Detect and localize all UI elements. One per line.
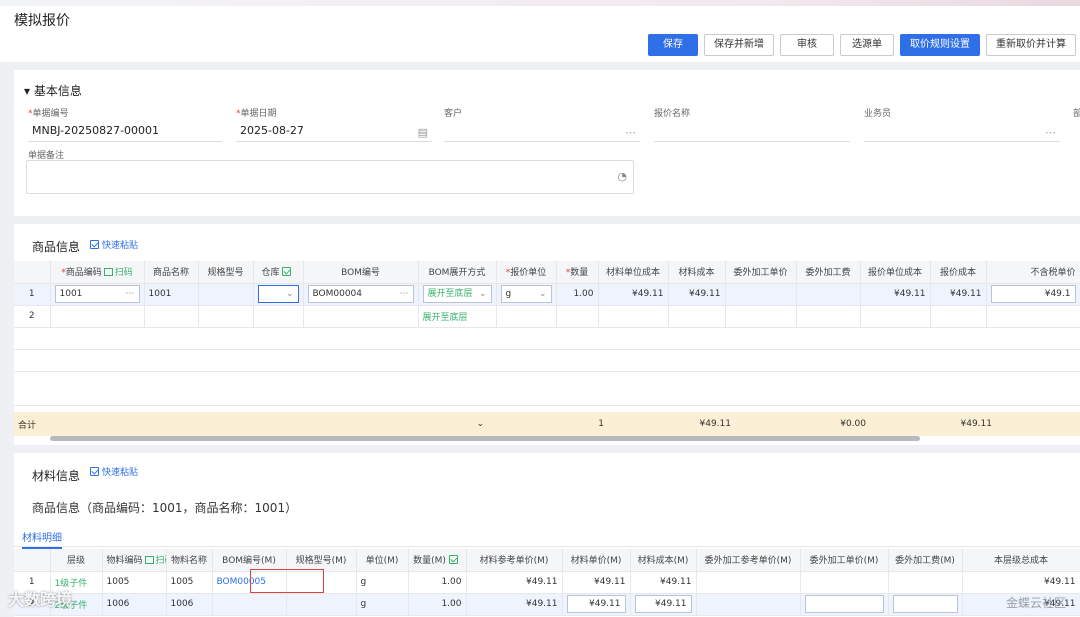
chevron-down-icon: ⌄ bbox=[478, 289, 487, 299]
empty-row bbox=[14, 327, 1080, 350]
select-source-button[interactable]: 选源单 bbox=[840, 34, 894, 56]
watermark-left: 大数跨境 bbox=[8, 590, 73, 609]
bom-input: BOM00004 ⋯ bbox=[307, 285, 414, 303]
empty-row bbox=[14, 371, 1080, 406]
quote-name-field[interactable]: 报价名称 bbox=[654, 106, 850, 142]
basic-info-header[interactable]: ▾ 基本信息 bbox=[24, 82, 82, 99]
scan-icon bbox=[103, 268, 113, 277]
outsource-fee-input bbox=[892, 595, 958, 613]
paste-icon bbox=[90, 240, 99, 249]
goods-info-title: 商品信息 bbox=[32, 240, 81, 254]
audit-button[interactable]: 审核 bbox=[780, 34, 834, 56]
table-row[interactable]: 2 展开至底层 bbox=[14, 305, 1080, 328]
material-cost-input: ¥49.11 bbox=[634, 595, 692, 613]
doc-date-field[interactable]: *单据日期 2025-08-27 ▤ bbox=[236, 106, 432, 142]
pricing-rule-settings-button[interactable]: 取价规则设置 bbox=[900, 34, 980, 56]
customer-field[interactable]: 客户 ⋯ bbox=[444, 106, 640, 142]
horizontal-scrollbar[interactable] bbox=[50, 436, 920, 441]
chevron-down-icon: ⌄ bbox=[285, 289, 294, 299]
doc-number-field[interactable]: *单据编号 MNBJ-20250827-00001 bbox=[28, 106, 222, 142]
doc-number-value[interactable]: MNBJ-20250827-00001 bbox=[28, 122, 222, 142]
table-row[interactable]: 1 1001 ⋯ 1001 ⌄ BOM00004 ⋯ 展开至底层 ⌄ g ⌄ 1.00 … bbox=[14, 283, 1080, 306]
batch-edit-icon bbox=[282, 267, 292, 277]
quote-unit-select: g ⌄ bbox=[500, 285, 552, 303]
material-price-input: ¥49.11 bbox=[566, 595, 626, 613]
material-info-panel: 材料信息 快速粘贴 商品信息（商品编码：1001，商品名称：1001） 材料明细… bbox=[14, 453, 1080, 617]
toolbar: 保存 保存并新增 审核 选源单 取价规则设置 重新取价并计算 ​ bbox=[648, 34, 1080, 56]
material-info-title: 材料信息 bbox=[32, 469, 81, 483]
more-icon: ⋯ bbox=[399, 289, 409, 299]
table-row[interactable]: 2 2级子件 1006 1006 g 1.00 ¥49.11 ¥49.11 ¥4… bbox=[14, 593, 1080, 616]
salesperson-field[interactable]: 业务员 ⋯ bbox=[864, 106, 1060, 142]
more-icon: ⋯ bbox=[125, 289, 135, 299]
caret-down-icon: ▾ bbox=[24, 84, 31, 98]
material-quick-paste-link[interactable]: 快速粘贴 bbox=[90, 465, 138, 478]
save-and-new-button[interactable]: 保存并新增 bbox=[704, 34, 774, 56]
more-icon[interactable]: ⋯ bbox=[1045, 124, 1056, 142]
warehouse-select: ⌄ bbox=[257, 285, 299, 303]
bom-expand-select: 展开至底层 ⌄ bbox=[422, 285, 492, 303]
highlight-box bbox=[250, 569, 324, 593]
remark-textarea[interactable]: ◔ bbox=[26, 160, 634, 194]
basic-info-title: 基本信息 bbox=[33, 84, 82, 98]
material-table: 层级 物料编码扫码 物料名称 BOM编号(M) 规格型号(M) 单位(M) 数量… bbox=[14, 549, 1080, 616]
calendar-icon[interactable]: ▤ bbox=[418, 124, 428, 142]
goods-code-input: 1001 ⋯ bbox=[54, 285, 140, 303]
material-table-header: 层级 物料编码扫码 物料名称 BOM编号(M) 规格型号(M) 单位(M) 数量… bbox=[14, 549, 1080, 572]
empty-row bbox=[14, 349, 1080, 372]
goods-quick-paste-link[interactable]: 快速粘贴 bbox=[90, 238, 138, 251]
paste-icon bbox=[90, 467, 99, 476]
goods-table-header: *商品编码 扫码 商品名称 规格型号 仓库 BOM编号 BOM展开方式 *报价单位… bbox=[14, 261, 1080, 284]
watermark-right: 金蝶云社区 bbox=[1005, 596, 1066, 610]
chevron-down-icon[interactable]: ⌄ bbox=[144, 412, 488, 436]
page-title: 模拟报价 bbox=[14, 13, 70, 29]
outsource-price-input bbox=[804, 595, 884, 613]
department-field[interactable]: 部 bbox=[1073, 106, 1080, 119]
title-bar: 模拟报价 保存 保存并新增 审核 选源单 取价规则设置 重新取价并计算 ​ bbox=[0, 6, 1080, 62]
doc-date-value: 2025-08-27 bbox=[240, 124, 304, 137]
save-button[interactable]: 保存 bbox=[648, 34, 698, 56]
tab-divider bbox=[14, 546, 1080, 547]
basic-info-panel: ▾ 基本信息 *单据编号 MNBJ-20250827-00001 *单据日期 2… bbox=[14, 70, 1080, 216]
edit-icon[interactable]: ◔ bbox=[617, 170, 627, 183]
batch-edit-icon bbox=[448, 555, 458, 565]
table-row[interactable]: 1 1级子件 1005 1005 BOM00005 g 1.00 ¥49.11 … bbox=[14, 571, 1080, 594]
ex-tax-price-input: ¥49.1 bbox=[990, 285, 1076, 303]
more-icon[interactable]: ⋯ bbox=[625, 124, 636, 142]
scan-icon bbox=[144, 556, 154, 565]
goods-sum-row: 合计 ⌄ 1 ¥49.11 ¥0.00 ¥49.11 bbox=[14, 412, 1080, 436]
chevron-down-icon: ⌄ bbox=[538, 289, 547, 299]
goods-context-line: 商品信息（商品编码：1001，商品名称：1001） bbox=[32, 501, 298, 515]
goods-info-panel: 商品信息 快速粘贴 *商品编码 扫码 商品名称 规格型号 仓库 BOM编号 BOM… bbox=[14, 224, 1080, 445]
refetch-price-recalc-button[interactable]: 重新取价并计算 bbox=[986, 34, 1076, 56]
goods-table: *商品编码 扫码 商品名称 规格型号 仓库 BOM编号 BOM展开方式 *报价单位… bbox=[14, 261, 1080, 406]
